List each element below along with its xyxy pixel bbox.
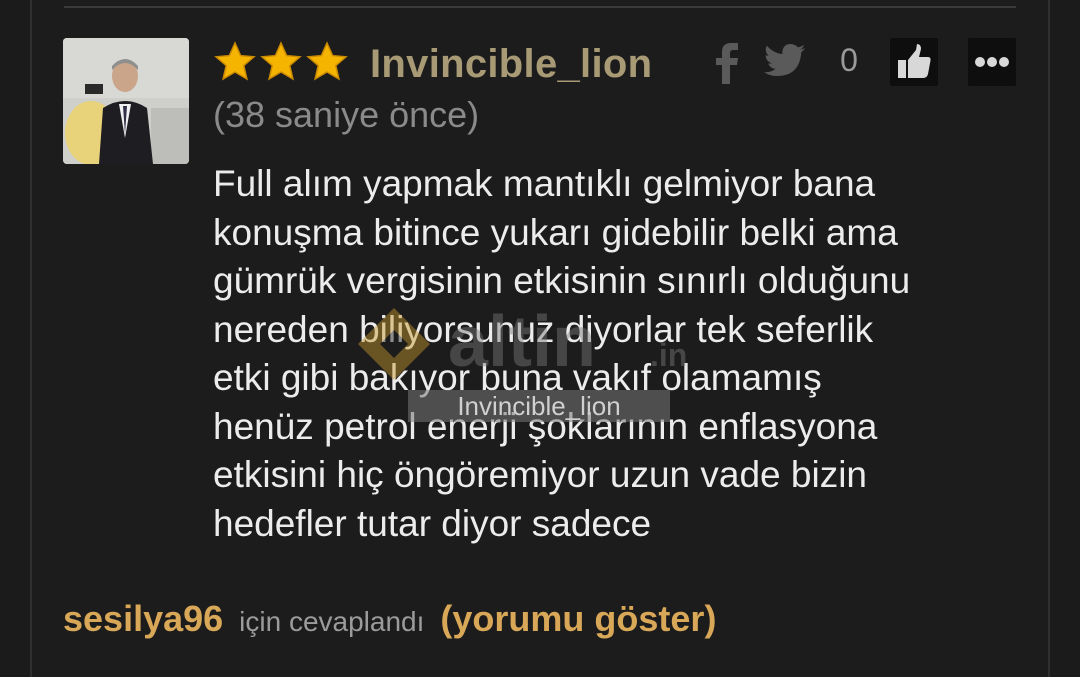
comment-text: Full alım yapmak mantıklı gelmiyor bana …: [213, 160, 1013, 548]
avatar[interactable]: [63, 38, 189, 164]
watermark-username: Invincible_lion: [408, 390, 670, 422]
comment-line: konuşma bitince yukarı gidebilir belki a…: [213, 211, 898, 253]
twitter-icon[interactable]: [764, 44, 806, 80]
more-button[interactable]: [968, 38, 1016, 86]
more-icon: [975, 57, 1009, 67]
reply-info: sesilya96 için cevaplandı (yorumu göster…: [63, 598, 716, 640]
star-icon: [306, 41, 348, 81]
comment-line: Full alım yapmak mantıklı gelmiyor bana: [213, 163, 876, 204]
thumbs-up-icon: [898, 44, 931, 78]
comment-line: nereden biliyorsunuz diyorlar tek seferl…: [213, 308, 874, 350]
rank-stars: [213, 40, 349, 86]
facebook-icon[interactable]: [712, 42, 740, 84]
comment-author[interactable]: Invincible_lion: [370, 42, 652, 87]
star-icon: [260, 41, 302, 81]
like-count: 0: [840, 42, 858, 78]
like-button[interactable]: [890, 38, 938, 86]
comment-line: etkisini hiç öngöremiyor uzun vade bizin: [213, 454, 868, 495]
avatar-photo: [63, 38, 189, 164]
comment-line: hedefler tutar diyor sadece: [213, 502, 652, 544]
show-comment-link[interactable]: (yorumu göster): [440, 598, 716, 639]
reply-to-user-link[interactable]: sesilya96: [63, 598, 223, 639]
comment-timestamp: (38 saniye önce): [213, 94, 480, 135]
star-icon: [214, 41, 256, 81]
reply-label: için cevaplandı: [239, 606, 425, 637]
divider: [64, 6, 1016, 8]
comment-line: gümrük vergisinin etkisinin sınırlı oldu…: [213, 260, 911, 301]
